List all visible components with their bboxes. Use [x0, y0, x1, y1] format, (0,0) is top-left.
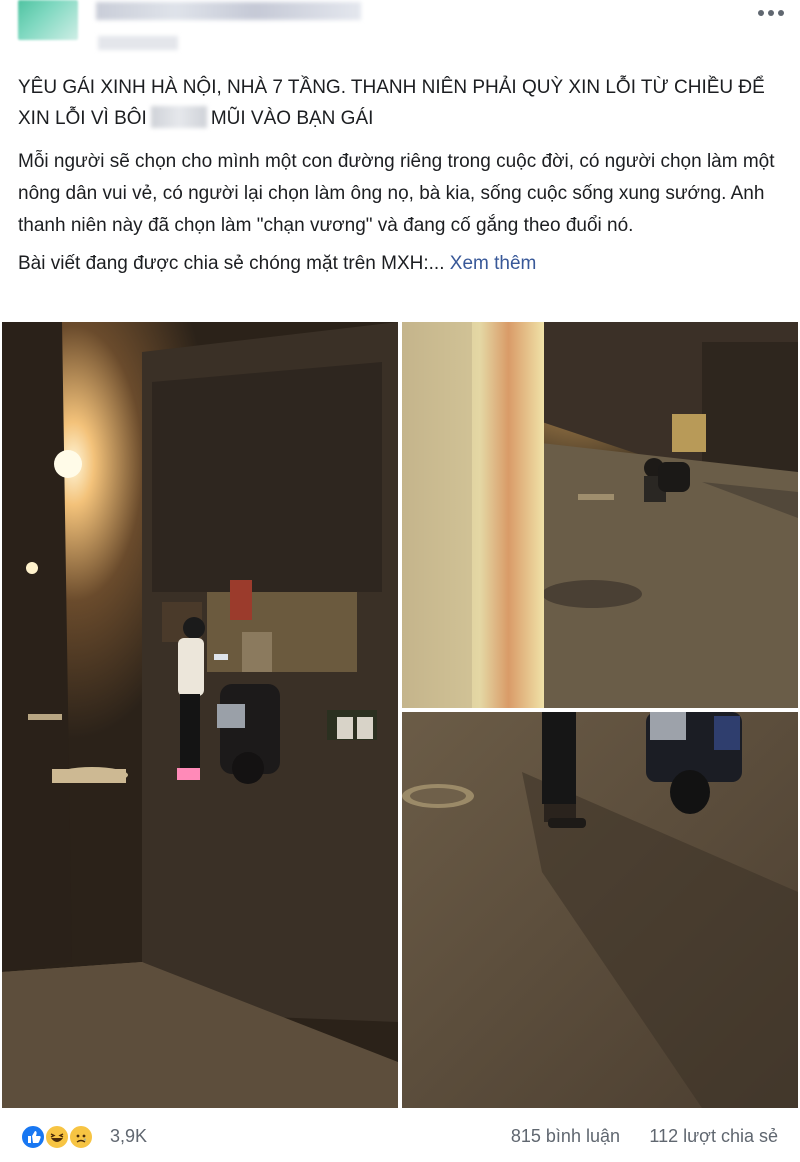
comment-count-link[interactable]: 815 bình luận: [511, 1126, 620, 1147]
share-count-link[interactable]: 112 lượt chia sẻ: [649, 1126, 778, 1147]
photo-grid: [0, 322, 800, 1108]
headline-text: YÊU GÁI XINH HÀ NỘI, NHÀ 7 TẦNG. THANH N…: [18, 77, 765, 129]
teaser-text: Bài viết đang được chia sẻ chóng mặt trê…: [18, 253, 445, 274]
see-more-link[interactable]: Xem thêm: [450, 253, 537, 274]
reactions-bar: 3,9K 815 bình luận 112 lượt chia sẻ: [0, 1118, 800, 1162]
post-header: [0, 0, 800, 62]
post-teaser: Bài viết đang được chia sẻ chóng mặt trê…: [18, 248, 788, 280]
post-paragraph: Mỗi người sẽ chọn cho mình một con đường…: [18, 151, 775, 236]
photo-alley-sack[interactable]: [402, 322, 798, 708]
author-name-redacted[interactable]: [96, 2, 361, 20]
like-icon[interactable]: [20, 1124, 46, 1150]
photo-alley-girl[interactable]: [2, 322, 398, 1108]
post-text: YÊU GÁI XINH HÀ NỘI, NHÀ 7 TẦNG. THANH N…: [18, 72, 788, 280]
headline-tail-text: MŨI VÀO BẠN GÁI: [210, 108, 374, 129]
redacted-word: [150, 106, 207, 128]
photo-feet-motorbike[interactable]: [402, 712, 798, 1108]
avatar[interactable]: [18, 0, 78, 40]
post-headline: YÊU GÁI XINH HÀ NỘI, NHÀ 7 TẦNG. THANH N…: [18, 72, 788, 134]
post-meta-redacted: [98, 36, 178, 50]
haha-icon[interactable]: [44, 1124, 70, 1150]
reaction-count[interactable]: 3,9K: [110, 1126, 147, 1147]
more-horizontal-icon[interactable]: [756, 2, 786, 20]
sad-icon[interactable]: [68, 1124, 94, 1150]
